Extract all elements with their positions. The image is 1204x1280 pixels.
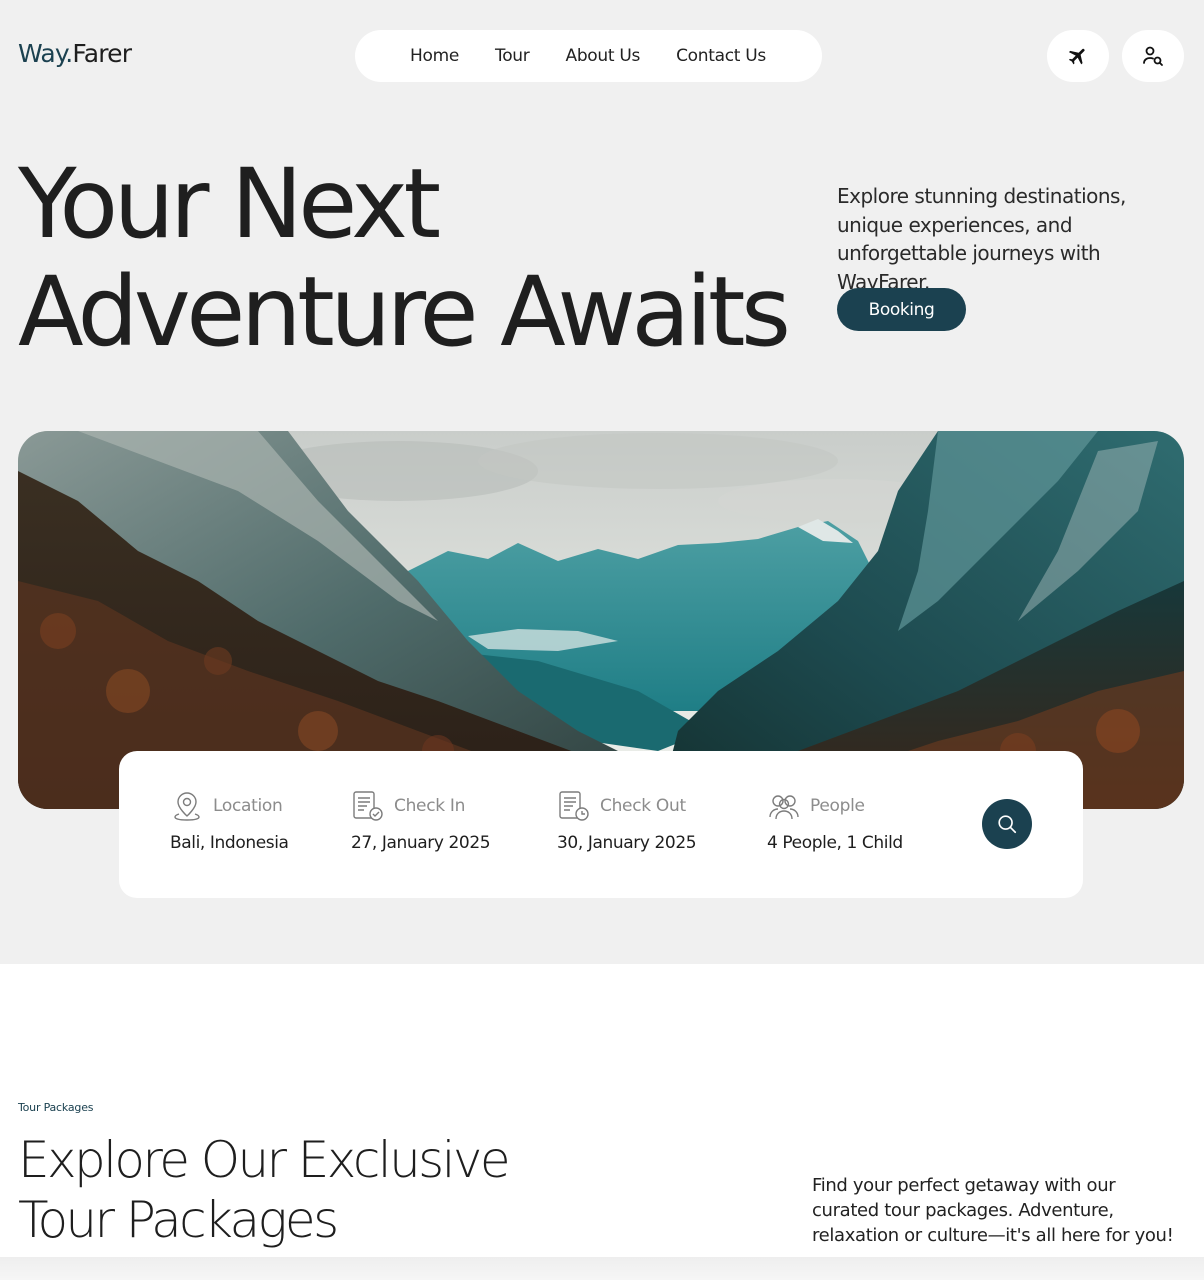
section-description: Find your perfect getaway with our curat… xyxy=(812,1175,1174,1246)
bottom-edge xyxy=(0,1257,1204,1280)
section-title-line1: Explore Our Exclusive xyxy=(18,1131,511,1189)
main-nav: Home Tour About Us Contact Us xyxy=(355,30,822,82)
map-pin-icon xyxy=(174,792,200,821)
account-search-button[interactable] xyxy=(1122,30,1184,82)
check-in-value: 27, January 2025 xyxy=(351,833,491,853)
flights-button[interactable] xyxy=(1047,30,1109,82)
people-label: People xyxy=(810,796,865,816)
check-in-label: Check In xyxy=(394,796,466,816)
check-in-icon xyxy=(353,791,383,821)
search-button[interactable] xyxy=(982,799,1032,849)
people-field[interactable]: People 4 People, 1 Child xyxy=(767,789,903,853)
nav-about-us[interactable]: About Us xyxy=(565,46,640,66)
hero-title-line1: Your Next xyxy=(18,148,441,260)
check-out-value: 30, January 2025 xyxy=(557,833,697,853)
check-out-icon xyxy=(559,791,589,821)
location-field[interactable]: Location Bali, Indonesia xyxy=(170,789,289,853)
user-search-icon xyxy=(1143,46,1163,66)
section-eyebrow: Tour Packages xyxy=(18,1101,94,1114)
people-value: 4 People, 1 Child xyxy=(767,833,903,853)
plane-icon xyxy=(1068,48,1085,65)
nav-contact-us[interactable]: Contact Us xyxy=(676,46,766,66)
hero-title-line2: Adventure Awaits xyxy=(18,256,791,368)
location-label: Location xyxy=(213,796,283,816)
hero-title: Your Next Adventure Awaits xyxy=(18,148,791,368)
logo-way: Way. xyxy=(18,39,73,68)
location-value: Bali, Indonesia xyxy=(170,833,289,853)
hero-description: Explore stunning destinations, unique ex… xyxy=(837,184,1126,294)
section-title: Explore Our Exclusive Tour Packages xyxy=(18,1130,511,1250)
nav-tour[interactable]: Tour xyxy=(495,46,530,66)
check-in-field[interactable]: Check In 27, January 2025 xyxy=(351,789,491,853)
search-card: Location Bali, Indonesia Check In 27, Ja… xyxy=(119,751,1083,898)
nav-home[interactable]: Home xyxy=(410,46,459,66)
check-out-field[interactable]: Check Out 30, January 2025 xyxy=(557,789,697,853)
booking-button[interactable]: Booking xyxy=(837,288,966,331)
search-icon xyxy=(998,815,1017,834)
check-out-label: Check Out xyxy=(600,796,686,816)
logo-farer: Farer xyxy=(72,39,132,68)
logo[interactable]: Way.Farer xyxy=(18,38,132,70)
people-icon xyxy=(769,795,799,820)
section-title-line2: Tour Packages xyxy=(18,1191,339,1249)
